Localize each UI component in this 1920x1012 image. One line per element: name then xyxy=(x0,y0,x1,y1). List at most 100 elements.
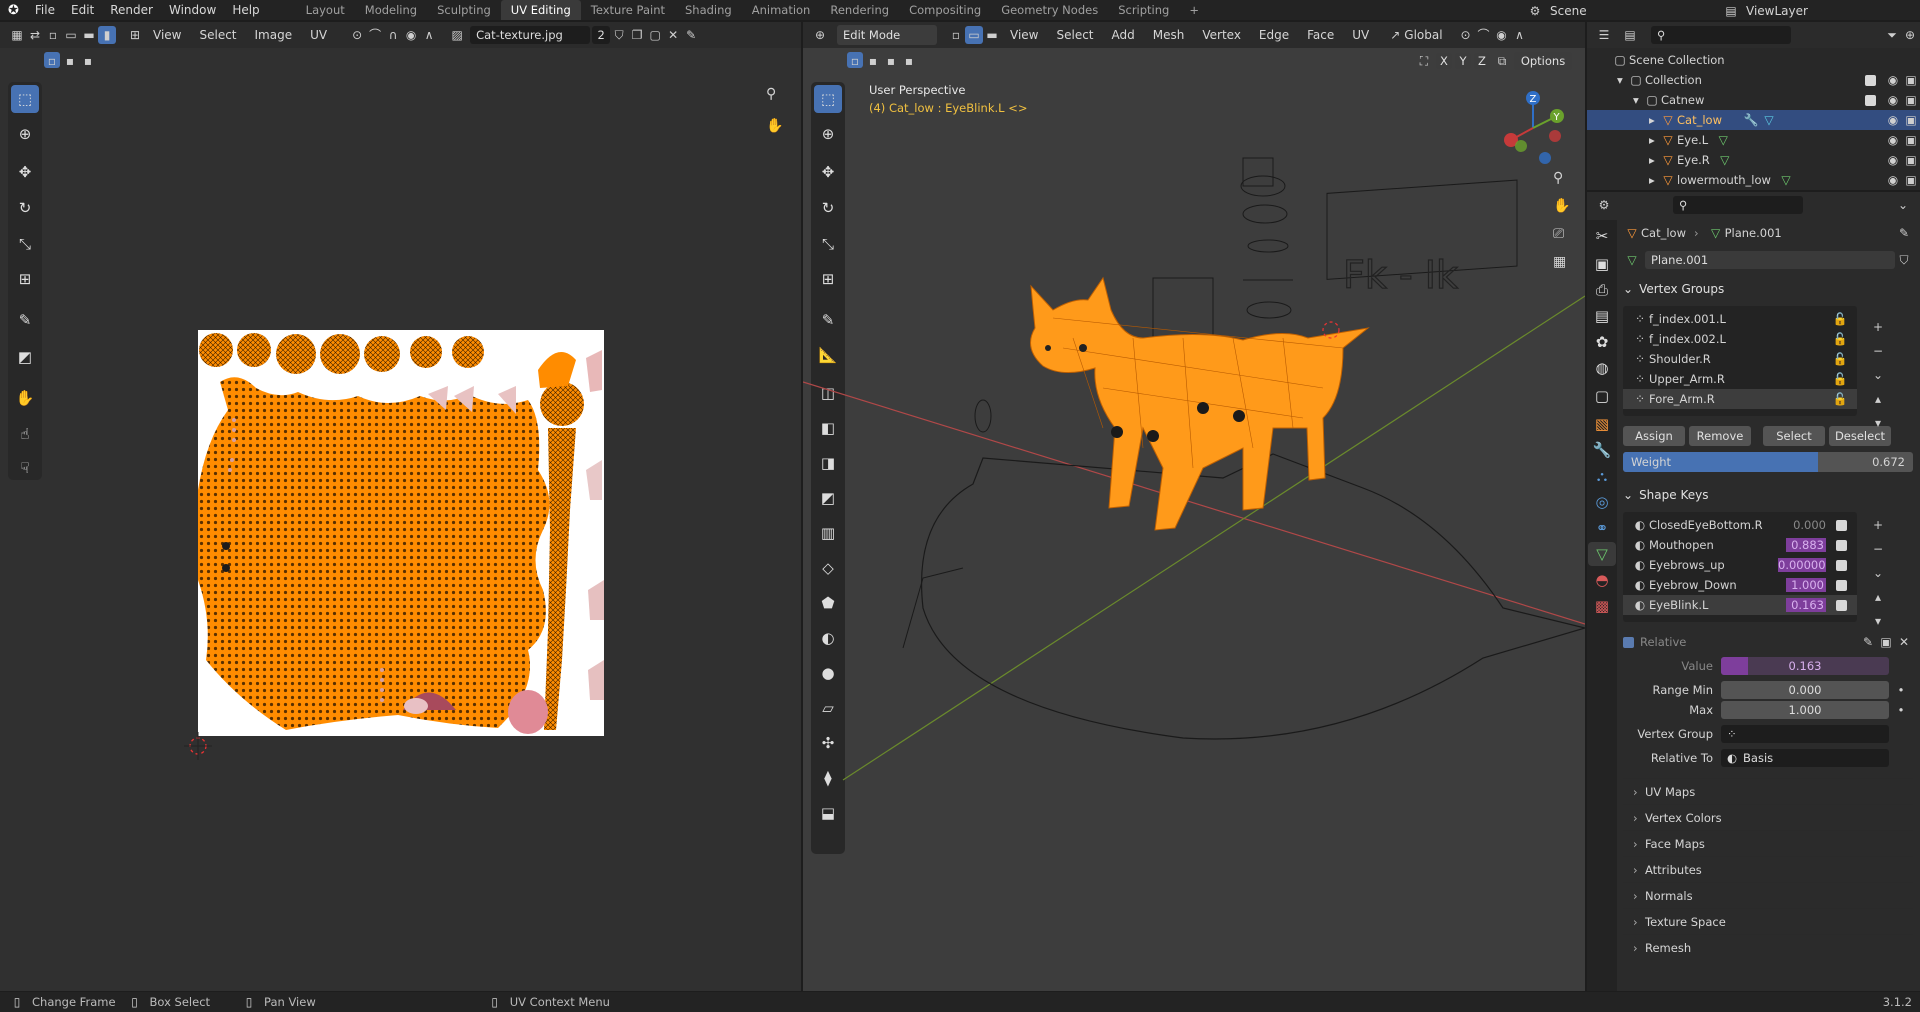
select-button[interactable]: Select xyxy=(1763,426,1825,446)
orientation-label[interactable]: Global xyxy=(1404,28,1442,42)
filter-icon[interactable]: ⏷ xyxy=(1883,26,1901,44)
annotate-tool[interactable]: ✎ xyxy=(11,306,39,334)
range-min-field[interactable]: 0.000 xyxy=(1721,681,1889,699)
blender-logo-icon[interactable]: ✪ xyxy=(8,3,19,18)
material-tab-icon[interactable]: ◓ xyxy=(1588,568,1616,592)
camera-icon[interactable]: ▣ xyxy=(1902,91,1920,109)
outliner-item-eye-r[interactable]: ▸ ▽ Eye.R ▽ ◉ ▣ xyxy=(1587,150,1920,170)
move-up-icon[interactable]: ▴ xyxy=(1869,390,1887,408)
fake-user-icon[interactable]: ⛉ xyxy=(1895,251,1913,269)
vertex-group-item[interactable]: ⁘ Upper_Arm.R 🔓 xyxy=(1623,369,1857,389)
shape-key-mute-checkbox[interactable] xyxy=(1836,579,1847,591)
relative-to-field[interactable]: ◐ Basis xyxy=(1721,749,1889,767)
rotate-tool[interactable]: ↻ xyxy=(11,194,39,222)
tab-shading[interactable]: Shading xyxy=(675,0,742,20)
shape-key-item[interactable]: ◐ Eyebrow_Down 1.000 xyxy=(1623,575,1857,595)
shape-key-list[interactable]: ◐ ClosedEyeBottom.R 0.000 ◐ Mouthopen 0.883 … xyxy=(1623,512,1857,622)
outliner-item-collection[interactable]: ▾ ▢ Collection ◉ ▣ xyxy=(1587,70,1920,90)
vertex-group-list[interactable]: ⁘ f_index.001.L 🔓 ⁘ f_index.002.L 🔓 ⁘ Shoulde… xyxy=(1623,306,1857,416)
specials-menu-icon[interactable]: ⌄ xyxy=(1869,564,1887,582)
unlink-image-icon[interactable]: ✕ xyxy=(664,26,682,44)
object-tab-icon[interactable]: ▧ xyxy=(1588,412,1616,436)
uv-menu-image[interactable]: Image xyxy=(255,28,293,42)
vertex-group-item-active[interactable]: ⁘ Fore_Arm.R 🔓 xyxy=(1623,389,1857,409)
outliner-item-lowermouth-low[interactable]: ▸ ▽ lowermouth_low ▽ ◉ ▣ xyxy=(1587,170,1920,190)
outliner-scene-collection[interactable]: ▢ Scene Collection xyxy=(1587,50,1920,70)
eye-icon[interactable]: ◉ xyxy=(1884,151,1902,169)
expand-icon[interactable]: ▸ xyxy=(1649,133,1659,147)
face-mode-icon[interactable]: ▬ xyxy=(983,26,1001,44)
uv-menu-uv[interactable]: UV xyxy=(310,28,327,42)
open-image-icon[interactable]: ▢ xyxy=(646,26,664,44)
modifier-tab-icon[interactable]: 🔧 xyxy=(1588,438,1616,462)
orientation-icon[interactable]: ↗ xyxy=(1386,26,1404,44)
relative-checkbox[interactable] xyxy=(1623,636,1634,648)
tab-scripting[interactable]: Scripting xyxy=(1108,0,1179,20)
grab-tool[interactable]: ✋ xyxy=(11,384,39,412)
physics-tab-icon[interactable]: ◎ xyxy=(1588,490,1616,514)
viewport-menu-view[interactable]: View xyxy=(1010,28,1038,42)
pivot-icon[interactable]: ⊙ xyxy=(348,26,366,44)
shape-key-value[interactable]: 0.883 xyxy=(1786,538,1826,552)
value-slider[interactable]: 0.163 xyxy=(1721,657,1889,675)
camera-icon[interactable]: ▣ xyxy=(1902,151,1920,169)
texture-space-section[interactable]: Texture Space xyxy=(1623,908,1913,934)
lock-icon[interactable]: 🔓 xyxy=(1831,390,1849,408)
grid-view-icon[interactable]: ▦ xyxy=(1553,254,1566,270)
options-chevron-icon[interactable]: ⌄ xyxy=(1894,196,1912,214)
shape-key-mute-checkbox[interactable] xyxy=(1836,599,1847,611)
move-down-icon[interactable]: ▾ xyxy=(1869,612,1887,630)
new-image-icon[interactable]: ❐ xyxy=(628,26,646,44)
select-new-icon[interactable]: ▫ xyxy=(44,52,60,68)
new-collection-icon[interactable]: ⊕ xyxy=(1901,26,1919,44)
camera-icon[interactable]: ▣ xyxy=(1902,71,1920,89)
2d-cursor-icon[interactable] xyxy=(184,732,212,760)
view-layer-tab-icon[interactable]: ▤ xyxy=(1588,304,1616,328)
outliner-item-eye-l[interactable]: ▸ ▽ Eye.L ▽ ◉ ▣ xyxy=(1587,130,1920,150)
texture-tab-icon[interactable]: ▩ xyxy=(1588,594,1616,618)
weight-slider[interactable]: Weight 0.672 xyxy=(1623,452,1913,472)
lock-icon[interactable]: 🔓 xyxy=(1831,310,1849,328)
editor-type-icon[interactable]: ⊕ xyxy=(811,26,829,44)
data-tab-icon[interactable]: ▽ xyxy=(1588,542,1616,566)
outliner-search-input[interactable]: ⚲ xyxy=(1651,26,1791,44)
shape-key-value[interactable]: 0.000 xyxy=(1786,518,1826,532)
shape-key-item[interactable]: ◐ ClosedEyeBottom.R 0.000 xyxy=(1623,515,1857,535)
shape-key-mute-checkbox[interactable] xyxy=(1836,519,1847,531)
edit-mode-shape-icon[interactable]: ▣ xyxy=(1877,633,1895,651)
eye-icon[interactable]: ◉ xyxy=(1884,91,1902,109)
lock-icon[interactable]: 🔓 xyxy=(1831,370,1849,388)
collection-tab-icon[interactable]: ▢ xyxy=(1588,384,1616,408)
remove-vertex-group-icon[interactable]: − xyxy=(1869,342,1887,360)
vertex-mode-icon[interactable]: ▫ xyxy=(947,26,965,44)
viewport-menu-uv[interactable]: UV xyxy=(1352,28,1369,42)
snap-icon[interactable]: ⌒ xyxy=(1475,26,1493,44)
eye-icon[interactable]: ◉ xyxy=(1884,111,1902,129)
vertex-select-icon[interactable]: ▫ xyxy=(44,26,62,44)
tab-uv-editing[interactable]: UV Editing xyxy=(500,0,581,20)
face-select-icon[interactable]: ▬ xyxy=(80,26,98,44)
tab-modeling[interactable]: Modeling xyxy=(355,0,427,20)
select-box-tool[interactable]: ⬚ xyxy=(11,85,39,113)
normals-section[interactable]: Normals xyxy=(1623,882,1913,908)
mesh-name-field[interactable]: Plane.001 xyxy=(1645,251,1895,269)
rip-tool[interactable]: ◩ xyxy=(11,343,39,371)
pin-icon[interactable]: ✎ xyxy=(1895,224,1913,242)
image-name-field[interactable]: Cat-texture.jpg xyxy=(470,26,591,44)
sticky-select-icon[interactable]: ⊞ xyxy=(126,26,144,44)
transform-tool[interactable]: ⊞ xyxy=(11,265,39,293)
editor-type-icon[interactable]: ▦ xyxy=(8,26,26,44)
edge-mode-icon[interactable]: ▭ xyxy=(965,26,983,44)
camera-icon[interactable]: ⎚ xyxy=(1553,226,1564,242)
uv-menu-select[interactable]: Select xyxy=(199,28,236,42)
particles-tab-icon[interactable]: ⛬ xyxy=(1588,464,1616,488)
image-browse-icon[interactable]: ▨ xyxy=(448,26,466,44)
expand-icon[interactable]: ▸ xyxy=(1649,153,1659,167)
zoom-icon[interactable]: ⚲ xyxy=(1553,170,1563,186)
camera-icon[interactable]: ▣ xyxy=(1902,171,1920,189)
scene-selector[interactable]: ⚙ Scene xyxy=(1526,2,1680,20)
viewport-menu-select[interactable]: Select xyxy=(1056,28,1093,42)
eye-icon[interactable]: ◉ xyxy=(1884,71,1902,89)
lock-icon[interactable]: 🔓 xyxy=(1831,350,1849,368)
move-tool[interactable]: ✥ xyxy=(11,158,39,186)
